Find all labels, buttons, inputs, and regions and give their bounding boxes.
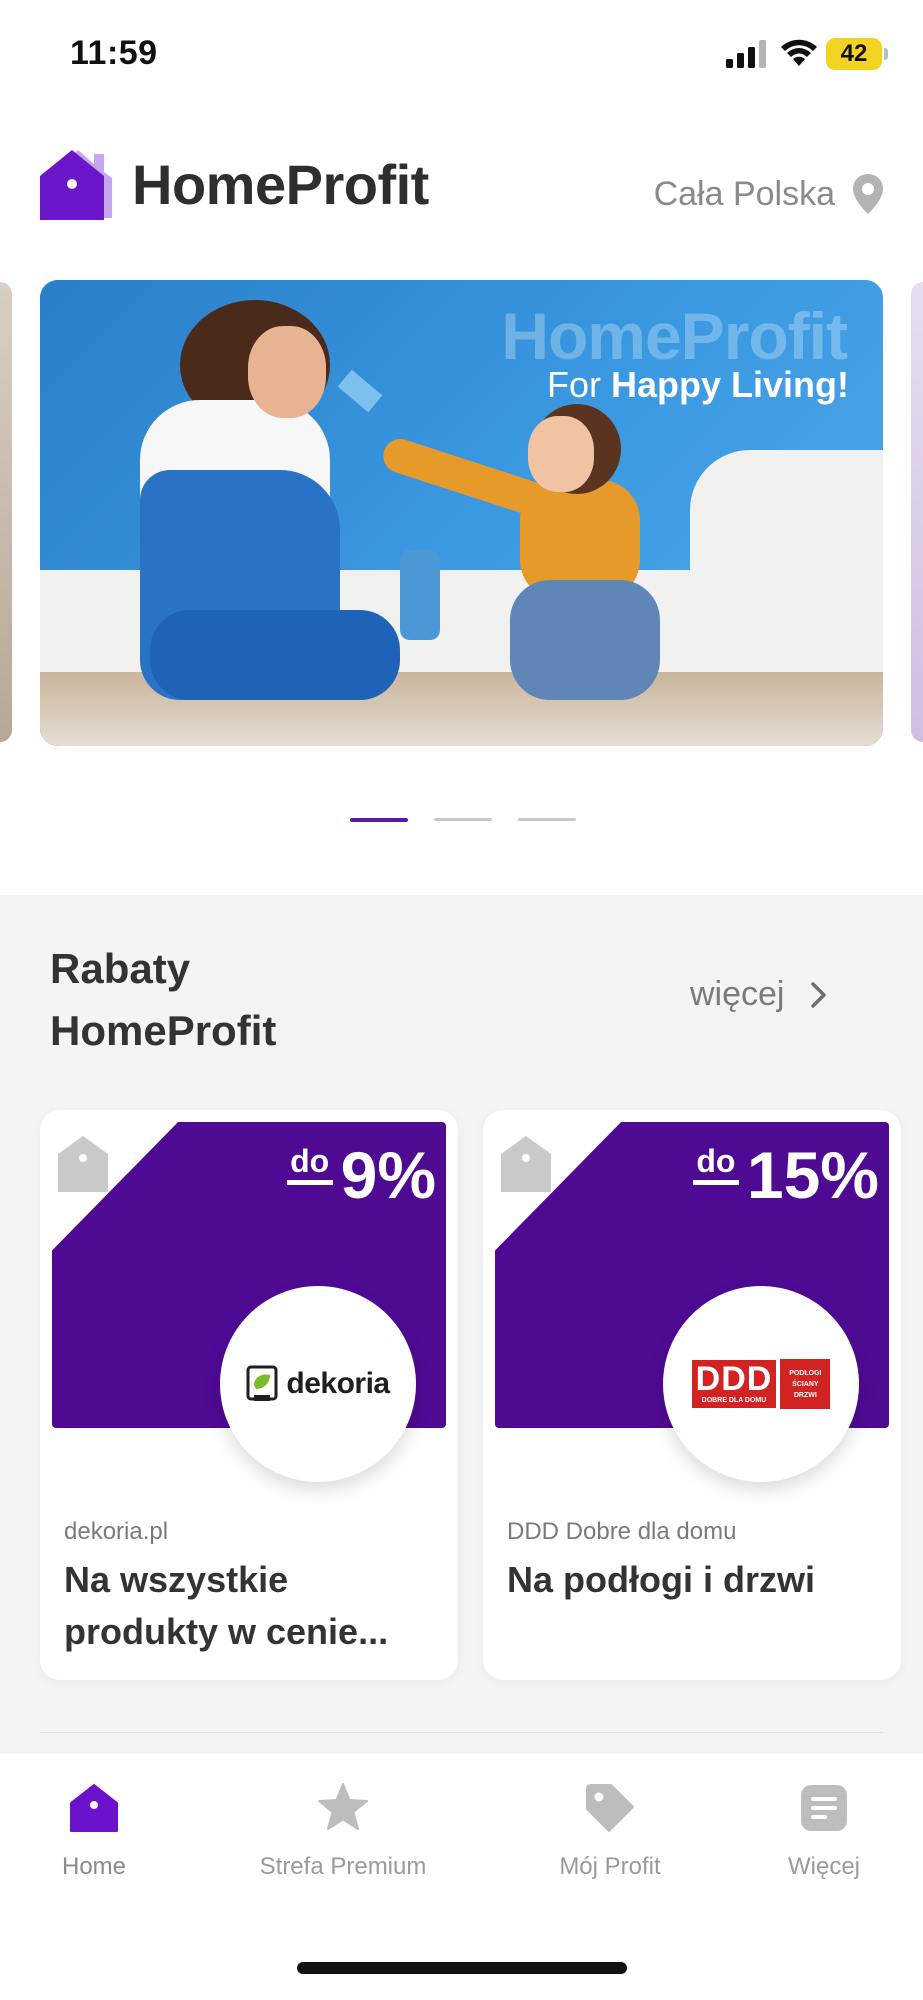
chevron-right-icon [811, 981, 827, 1008]
photo-child-face [528, 416, 594, 492]
wifi-icon [781, 39, 817, 66]
ddd-logo-subtext: DOBRE DLA DOMU [701, 1397, 767, 1404]
tab-label: Home [61, 1853, 127, 1880]
discount-percent: 15% [746, 1138, 879, 1212]
location-selector[interactable]: Cała Polska [654, 172, 885, 216]
next-banner-peek[interactable] [911, 282, 923, 742]
ddd-logo-main: DDD DOBRE DLA DOMU [691, 1360, 777, 1408]
promo-banner[interactable]: HomeProfit For Happy Living! [40, 280, 883, 746]
list-icon [801, 1785, 847, 1831]
discount-description: Na podłogi i drzwi [507, 1559, 815, 1600]
ddd-logo-text: DDD [695, 1360, 773, 1398]
section-title: Rabaty HomeProfit [50, 945, 277, 1054]
banner-photo-wall-right [690, 450, 883, 680]
discount-value: do 9% [286, 1138, 436, 1212]
pager-dot-active[interactable] [350, 818, 408, 822]
banner-brand: HomeProfit [501, 299, 848, 373]
pager-dot[interactable] [518, 818, 576, 821]
store-logo: dekoria [220, 1286, 416, 1482]
house-tag-icon [58, 1136, 108, 1192]
tab-label: Mój Profit [559, 1853, 661, 1880]
banner-tagline-bold: Happy Living! [610, 364, 849, 405]
star-icon [318, 1783, 368, 1830]
tab-label: Więcej [787, 1853, 860, 1880]
tab-home[interactable]: Home [0, 1781, 204, 1881]
tab-wiecej[interactable]: Więcej [714, 1781, 923, 1881]
dekoria-logo-text: dekoria [286, 1367, 390, 1400]
discount-card[interactable]: do 9% dekoria dekoria.pl Na wszystkie pr… [40, 1110, 458, 1680]
photo-paint-roller [400, 550, 440, 640]
discount-description: Na wszystkie produkty w cenie... [64, 1559, 389, 1652]
store-name: dekoria.pl [64, 1518, 169, 1545]
tab-strefa-premium[interactable]: Strefa Premium [233, 1781, 453, 1881]
previous-banner-peek[interactable] [0, 282, 12, 742]
screen: 11:59 42 HomeProfit Cała Polska HomeProf… [0, 0, 923, 2000]
store-name: DDD Dobre dla domu [507, 1518, 737, 1545]
app-header: HomeProfit Cała Polska [0, 130, 923, 230]
photo-child-legs [510, 580, 660, 700]
banner-tagline-prefix: For [546, 364, 611, 405]
store-logo: DDD DOBRE DLA DOMU PODŁOGI ŚCIANY DRZWI [663, 1286, 859, 1482]
ddd-logo-side: PODŁOGI ŚCIANY DRZWI [780, 1359, 831, 1409]
discount-prefix: do [286, 1145, 333, 1185]
map-pin-icon [853, 174, 883, 214]
photo-figure-face [248, 326, 326, 418]
discount-value: do 15% [692, 1138, 879, 1212]
more-label: więcej [690, 975, 785, 1013]
dekoria-mark-icon [246, 1365, 278, 1401]
carousel-pager [350, 818, 576, 822]
section-divider [40, 1732, 883, 1733]
tab-label: Strefa Premium [259, 1853, 427, 1880]
battery-icon: 42 [826, 38, 882, 70]
house-logo-icon[interactable] [38, 144, 120, 226]
status-bar: 11:59 42 [0, 0, 923, 110]
discount-percent: 9% [340, 1138, 436, 1212]
more-link[interactable]: więcej [690, 975, 830, 1014]
status-time: 11:59 [70, 34, 158, 72]
home-indicator [297, 1962, 627, 1974]
banner-tagline: For Happy Living! [547, 364, 849, 406]
photo-figure-legs [150, 610, 400, 700]
discount-card[interactable]: do 15% DDD DOBRE DLA DOMU PODŁOGI ŚCIANY… [483, 1110, 901, 1680]
location-label: Cała Polska [653, 174, 835, 213]
pager-dot[interactable] [434, 818, 492, 821]
ddd-logo: DDD DOBRE DLA DOMU PODŁOGI ŚCIANY DRZWI [691, 1359, 831, 1409]
logo-text[interactable]: HomeProfit [132, 152, 429, 217]
tab-moj-profit[interactable]: Mój Profit [500, 1781, 720, 1881]
dekoria-logo: dekoria [246, 1365, 390, 1403]
cellular-signal-icon [726, 40, 766, 68]
battery-level: 42 [840, 40, 868, 67]
discount-prefix: do [692, 1145, 739, 1185]
home-icon [70, 1784, 118, 1832]
battery-tip [884, 48, 888, 60]
tag-icon [586, 1784, 634, 1832]
house-tag-icon [501, 1136, 551, 1192]
